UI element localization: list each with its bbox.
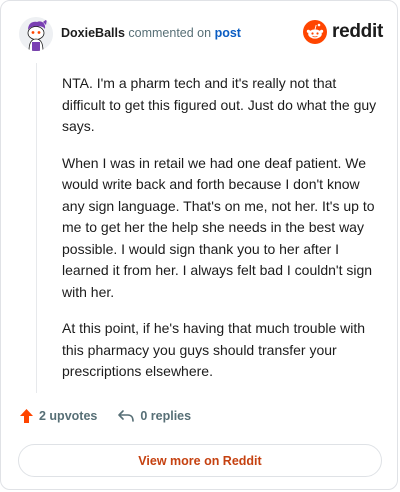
comment-paragraph: NTA. I'm a pharm tech and it's really no… <box>62 75 377 134</box>
reply-arrow-icon <box>118 410 135 422</box>
username-link[interactable]: DoxieBalls <box>61 26 125 40</box>
view-more-label: View more on Reddit <box>138 453 262 468</box>
replies-button[interactable]: 0 replies <box>117 409 191 423</box>
comment-header: DoxieBalls commented on post reddit <box>19 15 383 53</box>
thread-line <box>36 63 37 393</box>
avatar-snoo-icon <box>19 17 53 51</box>
user-avatar[interactable] <box>19 17 53 51</box>
post-link[interactable]: post <box>215 26 241 40</box>
embedded-comment-card: DoxieBalls commented on post reddit NTA.… <box>0 0 398 490</box>
reddit-logo-icon <box>303 20 328 44</box>
upvote-arrow-icon <box>20 409 33 423</box>
comment-body: NTA. I'm a pharm tech and it's really no… <box>62 73 380 398</box>
upvote-count: 2 upvotes <box>39 409 98 423</box>
reddit-brand[interactable]: reddit <box>303 20 383 44</box>
view-more-button[interactable]: View more on Reddit <box>18 444 382 477</box>
reply-count: 0 replies <box>140 409 192 423</box>
reddit-wordmark: reddit <box>332 21 383 42</box>
comment-paragraph: At this point, if he's having that much … <box>62 320 366 379</box>
commented-on-text: commented on <box>128 26 212 40</box>
comment-paragraph: When I was in retail we had one deaf pat… <box>62 154 375 300</box>
upvote-button[interactable]: 2 upvotes <box>19 408 97 424</box>
comment-actions: 2 upvotes 0 replies <box>19 408 211 424</box>
comment-byline: DoxieBalls commented on post <box>61 26 241 40</box>
